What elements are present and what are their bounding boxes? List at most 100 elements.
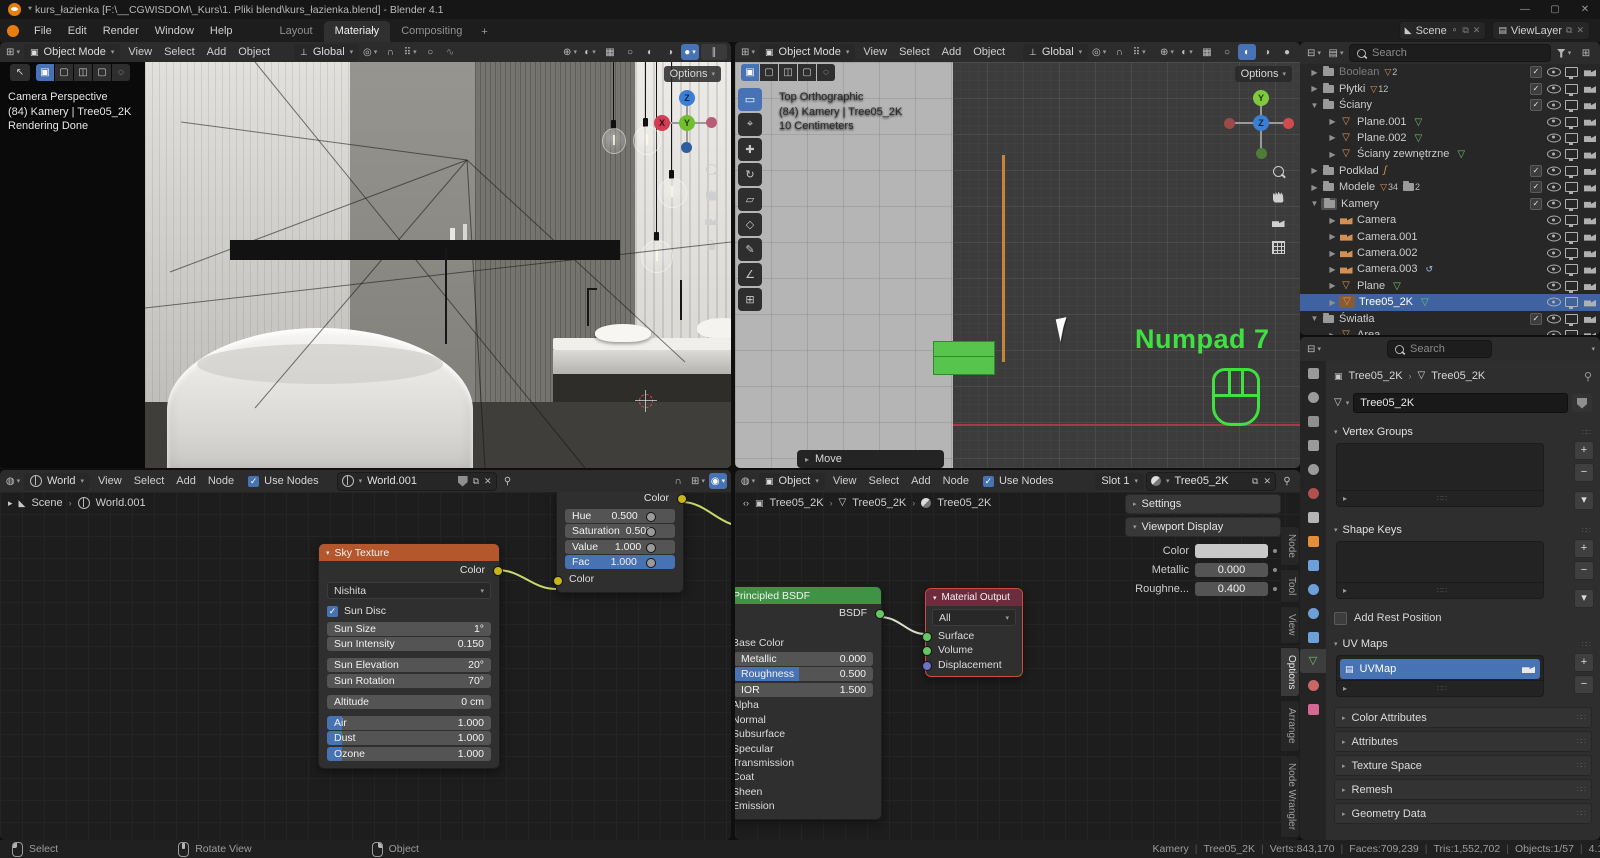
unlink-datablock-icon[interactable]: ✕ (484, 476, 492, 487)
panel-geometry-data[interactable]: ▸Geometry Data∷∷ (1334, 803, 1592, 824)
menu-select[interactable]: Select (158, 46, 201, 58)
outliner-row-p-ytki[interactable]: ▶Płytki▽12✓ (1300, 80, 1600, 96)
sky-air-slider[interactable]: Air1.000 (327, 716, 491, 730)
sky-altitude-slider[interactable]: Altitude0 cm (327, 695, 491, 709)
render-camera-icon[interactable] (1522, 665, 1535, 674)
world-datablock[interactable]: ▾ World.001 ⧉ ✕ (337, 472, 497, 491)
select-mode-box-icon[interactable]: ▣ (741, 64, 759, 81)
shape-key-specials-dropdown[interactable]: ▾ (1574, 589, 1594, 608)
include-checkbox[interactable]: ✓ (1530, 198, 1542, 210)
slot-dropdown[interactable]: Slot 1▾ (1095, 473, 1144, 490)
menu-node[interactable]: Node (937, 475, 975, 487)
list-expand-icon[interactable]: ▸ (1343, 586, 1347, 595)
hsv-value-slider[interactable]: Value1.000 (565, 540, 675, 554)
pin-id-icon[interactable]: ⚲ (1584, 370, 1592, 383)
editor-type-icon[interactable]: ◍▾ (4, 473, 22, 489)
chevron-right-icon[interactable]: ▶ (1308, 183, 1321, 192)
select-mode-intersect-icon[interactable]: ◌ (817, 64, 835, 81)
color-input-socket[interactable] (553, 576, 563, 586)
disable-render-icon[interactable] (1584, 84, 1596, 93)
unlink-datablock-icon[interactable]: ✕ (1263, 476, 1271, 487)
workspace-tab-compositing[interactable]: Compositing (390, 21, 473, 42)
snap-magnet-icon[interactable]: ∩ (381, 44, 399, 60)
menu-render[interactable]: Render (95, 25, 147, 37)
snap-magnet-icon[interactable]: ∩ (1110, 44, 1128, 60)
uv-maps-list[interactable]: ▤ UVMap ▸∷∷ (1336, 655, 1544, 697)
hide-eye-icon[interactable] (1547, 314, 1561, 323)
input-socket[interactable] (922, 661, 932, 671)
properties-tab-object[interactable] (1300, 529, 1326, 553)
disable-render-icon[interactable] (1584, 117, 1596, 126)
menu-select[interactable]: Select (128, 475, 171, 487)
editor-type-icon[interactable]: ⊞▾ (739, 44, 757, 60)
hide-eye-icon[interactable] (1547, 183, 1561, 192)
viewlayer-selector[interactable]: ▤ ViewLayer ⧉ ✕ (1492, 21, 1590, 40)
fake-user-button[interactable] (1572, 394, 1592, 412)
properties-tab-particles[interactable] (1300, 577, 1326, 601)
disable-viewport-icon[interactable] (1565, 182, 1578, 192)
chevron-down-icon[interactable]: ▼ (1308, 101, 1321, 110)
tool-select-box[interactable]: ▭ (738, 88, 762, 111)
display-mode-dropdown[interactable]: ⊟▾ (1305, 45, 1323, 61)
disable-render-icon[interactable] (1584, 68, 1596, 77)
select-mode-subtract-icon[interactable]: ◫ (779, 64, 797, 81)
disable-viewport-icon[interactable] (1565, 199, 1578, 209)
hide-eye-icon[interactable] (1547, 133, 1561, 142)
remove-vertex-group-button[interactable]: − (1574, 463, 1594, 482)
list-expand-icon[interactable]: ▸ (1343, 684, 1347, 693)
shading-material-icon[interactable]: ◑ (1258, 44, 1276, 60)
menu-add[interactable]: Add (170, 475, 202, 487)
hide-eye-icon[interactable] (1547, 281, 1561, 290)
select-mode-extend-icon[interactable]: ▢ (760, 64, 778, 81)
panel-remesh[interactable]: ▸Remesh∷∷ (1334, 779, 1592, 800)
hide-eye-icon[interactable] (1547, 265, 1561, 274)
camera-view-icon[interactable] (702, 212, 720, 230)
pin-scene-icon[interactable]: ⚬ (1451, 25, 1459, 36)
outliner-search-input[interactable]: Search (1349, 44, 1551, 62)
remove-viewlayer-icon[interactable]: ✕ (1576, 25, 1584, 36)
disable-render-icon[interactable] (1584, 150, 1596, 159)
transform-orientation-dropdown[interactable]: ⊥Global▾ (294, 44, 359, 61)
properties-tab-material[interactable] (1300, 673, 1326, 697)
input-socket[interactable] (646, 543, 656, 553)
overlays-dropdown[interactable]: ◐▾ (1178, 44, 1196, 60)
shading-rendered-icon[interactable]: ●▾ (681, 44, 699, 60)
tool-move[interactable]: ✚ (738, 138, 762, 161)
disable-viewport-icon[interactable] (1565, 133, 1578, 143)
sidebar-tab-node-wrangler[interactable]: Node Wrangler (1281, 755, 1300, 838)
xray-toggle[interactable]: ▦ (1198, 44, 1216, 60)
scene-selector[interactable]: ◣ Scene ⚬ ⧉ ✕ (1399, 21, 1487, 40)
add-rest-position-checkbox[interactable]: Add Rest Position (1334, 609, 1592, 627)
outliner-row-kamery[interactable]: ▼Kamery✓ (1300, 196, 1600, 212)
disable-viewport-icon[interactable] (1565, 149, 1578, 159)
pin-icon[interactable]: ⚲ (1278, 473, 1296, 489)
tool-measure[interactable]: ∠ (738, 263, 762, 286)
disable-render-icon[interactable] (1584, 331, 1596, 335)
copy-viewlayer-icon[interactable]: ⧉ (1566, 25, 1572, 36)
fake-user-icon[interactable] (458, 476, 468, 487)
properties-tab-output[interactable] (1300, 409, 1326, 433)
operator-panel-move[interactable]: ▸Move (797, 450, 944, 468)
menu-view[interactable]: View (827, 475, 863, 487)
select-mode-box-icon[interactable]: ▣ (36, 64, 54, 81)
sky-sun-size-slider[interactable]: Sun Size1° (327, 622, 491, 636)
remove-shape-key-button[interactable]: − (1574, 561, 1594, 580)
sidebar-tab-options[interactable]: Options (1281, 647, 1300, 697)
gizmo-neg-x[interactable] (706, 117, 717, 128)
add-shape-key-button[interactable]: + (1574, 539, 1594, 558)
gizmo-x-axis[interactable] (1283, 118, 1294, 129)
chevron-right-icon[interactable]: ▶ (1326, 298, 1339, 307)
menu-add[interactable]: Add (905, 475, 937, 487)
bsdf-metallic-slider[interactable]: Metallic0.000 (735, 652, 873, 666)
outliner-row-plane-002[interactable]: ▶▽Plane.002▽ (1300, 130, 1600, 146)
hide-eye-icon[interactable] (1547, 150, 1561, 159)
copy-datablock-icon[interactable]: ⧉ (1252, 476, 1258, 487)
pan-hand-icon[interactable] (702, 186, 720, 204)
outliner-row-camera-002[interactable]: ▶Camera.002 (1300, 245, 1600, 261)
gizmo-neg-z[interactable] (681, 142, 692, 153)
proportional-falloff-icon[interactable]: ∿ (441, 44, 459, 60)
properties-tab-object-data[interactable]: ▽ (1300, 649, 1326, 673)
disable-render-icon[interactable] (1584, 281, 1596, 290)
tool-transform[interactable]: ◇ (738, 213, 762, 236)
chevron-right-icon[interactable]: ▶ (1326, 133, 1339, 142)
